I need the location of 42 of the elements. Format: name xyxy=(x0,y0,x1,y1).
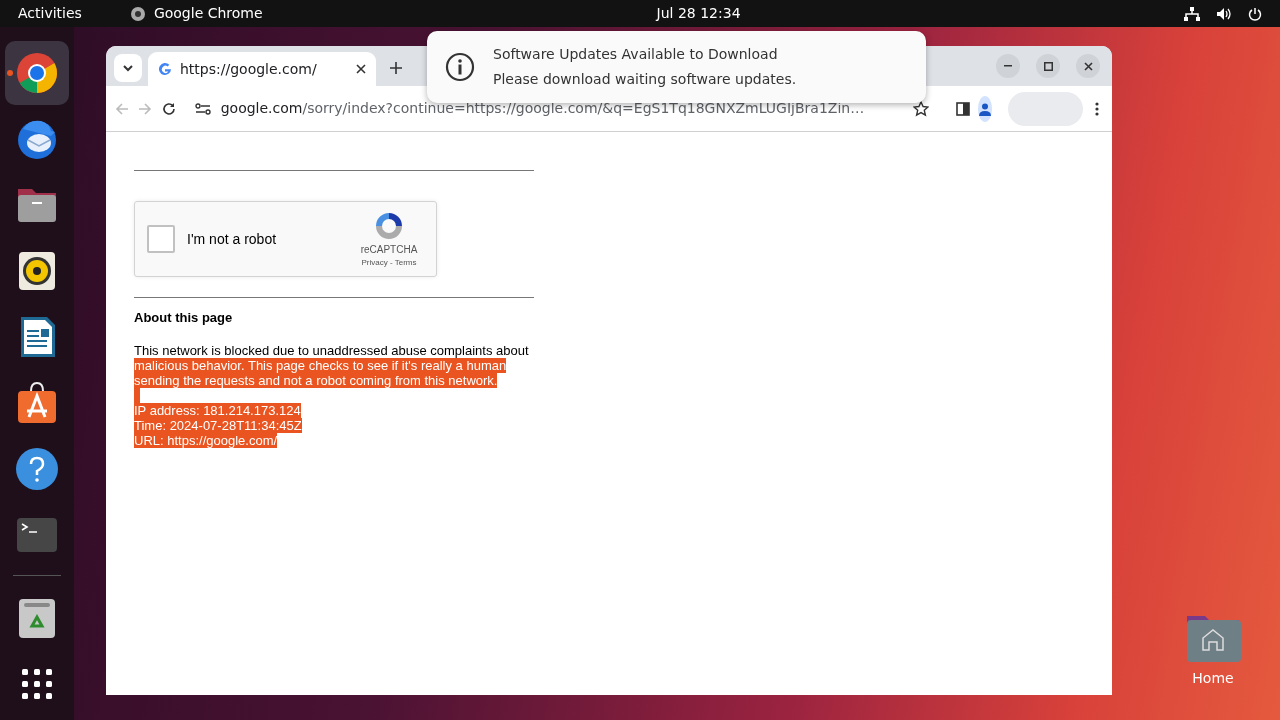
volume-icon[interactable] xyxy=(1216,6,1232,21)
maximize-button[interactable] xyxy=(1036,54,1060,78)
running-indicator xyxy=(7,70,13,76)
person-icon xyxy=(978,101,992,116)
star-icon xyxy=(912,100,929,117)
clock[interactable]: Jul 28 12:34 xyxy=(656,3,741,24)
notification[interactable]: Software Updates Available to Download Please download waiting software updates. xyxy=(427,31,926,103)
back-arrow-icon xyxy=(114,101,129,116)
privacy-terms-links[interactable]: Privacy - Terms xyxy=(361,256,417,269)
maximize-icon xyxy=(1043,61,1053,71)
favicon xyxy=(158,62,172,76)
desktop-icon-label[interactable]: Home xyxy=(1192,668,1234,689)
page-heading: About this page xyxy=(134,309,234,327)
captcha-brand: reCAPTCHA xyxy=(360,242,418,257)
help-icon[interactable] xyxy=(15,447,59,491)
app-menu[interactable]: Google Chrome xyxy=(153,3,263,24)
minimize-icon xyxy=(1004,65,1012,67)
activities-button[interactable]: Activities xyxy=(18,3,82,24)
close-icon xyxy=(1083,61,1093,71)
tab-close-icon[interactable] xyxy=(356,64,366,74)
forward-arrow-icon xyxy=(138,101,153,116)
side-panel-icon xyxy=(955,101,970,116)
app-icon xyxy=(129,5,146,22)
minimize-button[interactable] xyxy=(996,54,1020,78)
reload-icon xyxy=(161,101,176,116)
notification-title: Software Updates Available to Download xyxy=(493,45,779,64)
chevron-down-icon xyxy=(122,64,134,72)
tab-search-button[interactable] xyxy=(114,54,142,82)
close-button[interactable] xyxy=(1076,54,1100,78)
power-icon[interactable] xyxy=(1248,6,1262,21)
info-icon xyxy=(445,52,475,82)
site-settings-icon[interactable] xyxy=(194,102,211,115)
browser-tab[interactable]: https://google.com/ xyxy=(148,52,376,86)
network-icon[interactable] xyxy=(1184,6,1200,21)
profile-button[interactable] xyxy=(977,95,993,122)
captcha-label: I'm not a robot xyxy=(187,229,278,249)
shopping-bag-icon[interactable] xyxy=(15,381,59,425)
browser-icon[interactable] xyxy=(15,51,59,95)
menu-icon xyxy=(1095,101,1100,116)
plus-icon xyxy=(390,62,402,74)
checkbox[interactable] xyxy=(147,225,175,253)
notification-body: Please download waiting software updates. xyxy=(493,70,797,89)
